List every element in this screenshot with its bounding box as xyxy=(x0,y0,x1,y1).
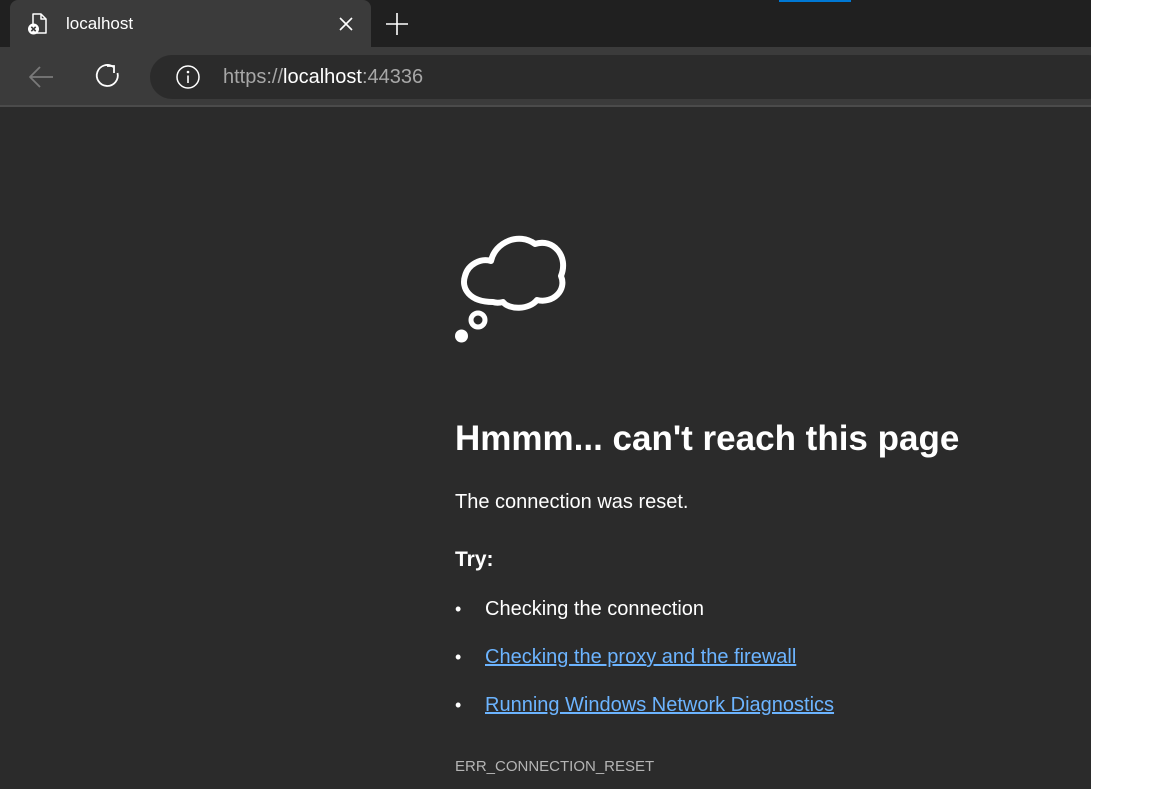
bullet: • xyxy=(455,599,462,619)
tab-strip: localhost xyxy=(0,0,1091,48)
bullet: • xyxy=(455,695,462,715)
url-scheme: https:// xyxy=(223,66,284,88)
page-title: Hmmm... can't reach this page xyxy=(455,419,960,458)
address-bar[interactable]: https://localhost:44336 xyxy=(150,55,1091,99)
plus-icon[interactable] xyxy=(384,11,410,37)
url-host: localhost xyxy=(283,66,362,88)
suggestion-check-connection: Checking the connection xyxy=(485,598,705,620)
close-icon[interactable] xyxy=(336,14,356,34)
url-port: :44336 xyxy=(361,66,424,88)
try-label: Try: xyxy=(455,548,494,571)
file-error-icon xyxy=(26,12,50,36)
thought-cloud-icon xyxy=(455,230,567,346)
url-text[interactable]: https://localhost:44336 xyxy=(223,65,423,89)
accent-indicator xyxy=(779,0,851,2)
back-arrow-icon[interactable] xyxy=(26,62,56,92)
tab-localhost[interactable]: localhost xyxy=(10,0,371,47)
info-icon[interactable] xyxy=(175,64,201,90)
error-message: The connection was reset. xyxy=(455,491,689,513)
network-diagnostics-link[interactable]: Running Windows Network Diagnostics xyxy=(485,692,834,718)
bullet: • xyxy=(455,647,462,667)
toolbar: https://localhost:44336 xyxy=(0,47,1091,107)
browser-window: localhost https://localhost:44336 Hmmm..… xyxy=(0,0,1091,789)
proxy-firewall-link[interactable]: Checking the proxy and the firewall xyxy=(485,644,796,670)
refresh-icon[interactable] xyxy=(93,61,123,91)
tab-title: localhost xyxy=(66,14,134,33)
error-code: ERR_CONNECTION_RESET xyxy=(455,758,655,775)
